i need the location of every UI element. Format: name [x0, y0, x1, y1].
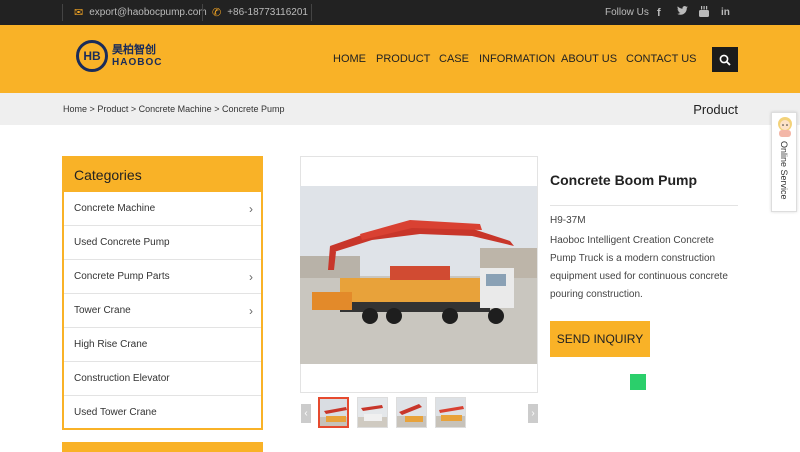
thumbnail-strip: [300, 397, 540, 429]
chevron-right-icon[interactable]: ›: [249, 294, 253, 328]
logo-cn: 昊柏智创: [112, 43, 156, 56]
nav-about-us[interactable]: ABOUT US: [561, 53, 617, 65]
nav-contact-us[interactable]: CONTACT US: [626, 53, 697, 65]
crumb-sep: >: [214, 104, 220, 114]
logo-en: HAOBOC: [112, 56, 163, 68]
category-label: Concrete Machine: [74, 203, 156, 214]
category-item[interactable]: Used Tower Crane: [64, 396, 261, 430]
logo-text: 昊柏智创 HAOBOC: [112, 43, 163, 68]
crumb-category[interactable]: Concrete Machine: [139, 104, 212, 114]
category-item[interactable]: Concrete Pump Parts ›: [64, 260, 261, 294]
divider: [311, 4, 312, 21]
search-button[interactable]: [712, 47, 738, 72]
product-description: Haoboc Intelligent Creation Concrete Pum…: [550, 235, 728, 300]
section-title: Product: [693, 102, 738, 117]
next-arrow-button[interactable]: ›: [528, 404, 538, 423]
logo[interactable]: HB 昊柏智创 HAOBOC: [76, 40, 162, 72]
nav-case[interactable]: CASE: [439, 53, 469, 65]
crumb-product[interactable]: Product: [97, 104, 128, 114]
thumbnail[interactable]: [357, 397, 388, 428]
crumb-sep: >: [130, 104, 137, 114]
category-label: Concrete Pump Parts: [74, 271, 170, 282]
chevron-right-icon[interactable]: ›: [249, 192, 253, 226]
youtube-icon[interactable]: [699, 5, 709, 20]
follow-us-text: Follow Us: [605, 7, 649, 18]
product-title: Concrete Boom Pump: [550, 172, 698, 188]
category-item[interactable]: Concrete Machine ›: [64, 192, 261, 226]
category-label: Tower Crane: [74, 305, 131, 316]
phone-contact[interactable]: ✆ +86-18773116201: [212, 0, 308, 25]
category-item[interactable]: High Rise Crane: [64, 328, 261, 362]
category-label: Construction Elevator: [74, 373, 170, 384]
online-service-label: Online Service: [779, 141, 789, 200]
categories-panel: Categories Concrete Machine › Used Concr…: [62, 156, 263, 430]
secondary-panel-header: [62, 442, 263, 452]
follow-us-label: Follow Us: [605, 0, 649, 25]
breadcrumb-bar: Home > Product > Concrete Machine > Conc…: [0, 93, 800, 125]
divider: [62, 4, 63, 21]
category-item[interactable]: Construction Elevator: [64, 362, 261, 396]
thumbnail[interactable]: [318, 397, 349, 428]
crumb-home[interactable]: Home: [63, 104, 87, 114]
phone-icon: ✆: [212, 7, 222, 19]
category-label: Used Tower Crane: [74, 407, 157, 418]
category-item[interactable]: Tower Crane ›: [64, 294, 261, 328]
divider: [202, 4, 203, 21]
thumbnail[interactable]: [435, 397, 466, 428]
site-header: HB 昊柏智创 HAOBOC HOME PRODUCT CASE INFORMA…: [0, 25, 800, 93]
product-model: H9-37M: [550, 215, 586, 226]
crumb-current[interactable]: Concrete Pump: [222, 104, 285, 114]
phone-text[interactable]: +86-18773116201: [227, 7, 308, 18]
chevron-right-icon[interactable]: ›: [249, 260, 253, 294]
twitter-icon[interactable]: [677, 6, 688, 19]
product-photo[interactable]: [300, 186, 537, 364]
nav-home[interactable]: HOME: [333, 53, 366, 65]
chat-status-indicator[interactable]: [630, 374, 646, 390]
email-text[interactable]: export@haobocpump.com: [89, 7, 206, 18]
thumbnail[interactable]: [396, 397, 427, 428]
linkedin-icon[interactable]: in: [721, 7, 730, 18]
support-avatar-icon: [778, 117, 792, 137]
facebook-icon[interactable]: f: [657, 7, 661, 19]
divider: [550, 205, 738, 206]
category-label: High Rise Crane: [74, 339, 148, 350]
category-label: Used Concrete Pump: [74, 237, 170, 248]
category-item[interactable]: Used Concrete Pump: [64, 226, 261, 260]
online-service-widget[interactable]: Online Service: [771, 112, 797, 212]
categories-title: Categories: [64, 158, 261, 192]
logo-mark: HB: [76, 40, 108, 72]
breadcrumb: Home > Product > Concrete Machine > Conc…: [63, 104, 285, 114]
search-icon: [719, 54, 731, 66]
email-contact[interactable]: ✉ export@haobocpump.com: [74, 0, 207, 25]
top-bar: ✉ export@haobocpump.com ✆ +86-1877311620…: [0, 0, 800, 25]
send-inquiry-button[interactable]: SEND INQUIRY: [550, 321, 650, 357]
nav-product[interactable]: PRODUCT: [376, 53, 430, 65]
nav-information[interactable]: INFORMATION: [479, 53, 555, 65]
envelope-icon: ✉: [74, 7, 84, 19]
crumb-sep: >: [89, 104, 95, 114]
